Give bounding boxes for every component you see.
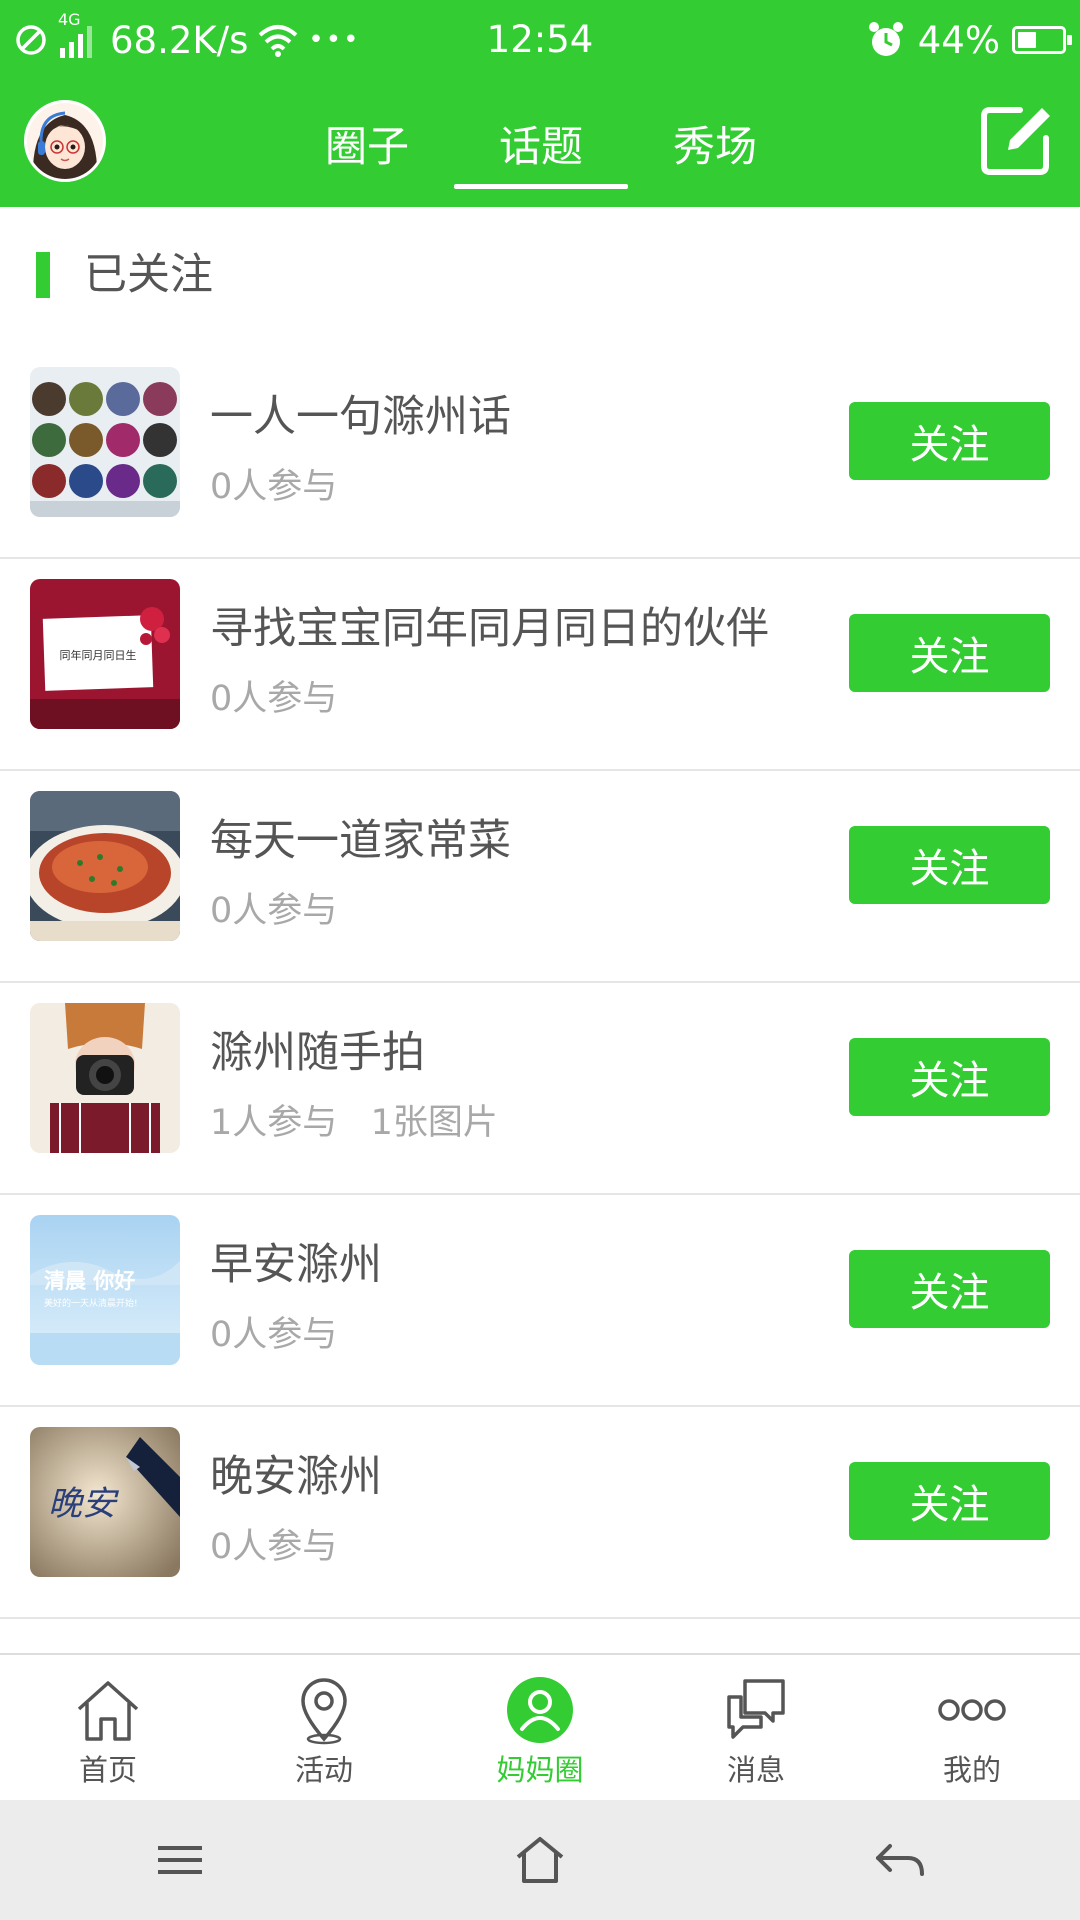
follow-button[interactable]: 关注 [849,1250,1050,1328]
back-arrow-icon [876,1844,924,1876]
more-indicator: ••• [308,25,361,55]
bottom-tab-bar: 首页 活动 妈妈圈 消息 我的 [0,1653,1080,1800]
network-type: 4G [58,10,81,29]
user-avatar[interactable] [24,100,106,182]
topic-meta: 1人参与 1张图片 [210,1103,498,1143]
tabbar-label: 首页 [78,1753,137,1787]
tabbar-label: 妈妈圈 [496,1753,584,1787]
follow-button[interactable]: 关注 [849,614,1050,692]
topic-title: 滁州随手拍 [210,1028,425,1078]
topic-thumbnail: 同年同月同日生 [30,579,180,729]
tabbar-activity[interactable]: 活动 [216,1655,432,1800]
tabbar-home[interactable]: 首页 [0,1655,216,1800]
battery-percent: 44% [917,18,1000,62]
chat-bubbles-icon [727,1679,785,1739]
tabbar-label: 活动 [294,1753,353,1787]
status-right: 44% [866,14,1072,66]
system-nav-bar [0,1800,1080,1920]
topic-thumbnail: 晚安 [30,1427,180,1577]
compose-button[interactable] [980,104,1052,176]
location-pin-icon [301,1678,347,1745]
tab-circle[interactable]: 圈子 [280,80,454,207]
topic-meta: 0人参与 [210,891,338,931]
tab-showcase[interactable]: 秀场 [628,80,802,207]
topic-meta: 0人参与 [210,467,338,507]
topic-row[interactable]: 每天一道家常菜 0人参与 关注 [0,771,1080,983]
topic-thumbnail [30,791,180,941]
compose-icon [981,107,1050,175]
follow-button[interactable]: 关注 [849,1462,1050,1540]
header-tabs: 圈子 话题 秀场 [280,80,802,207]
topic-row[interactable]: 清晨 你好 美好的一天从清晨开始! 早安滁州 0人参与 关注 [0,1195,1080,1407]
person-circle-icon [507,1677,573,1743]
back-button[interactable] [720,1800,1080,1920]
topic-row[interactable]: 晚安 晚安滁州 0人参与 关注 [0,1407,1080,1619]
tab-topics[interactable]: 话题 [454,80,628,207]
status-bar: 4G 68.2K/s ••• 12:54 44% [0,0,1080,80]
topic-row[interactable]: 同年同月同日生 寻找宝宝同年同月同日的伙伴 0人参与 关注 [0,559,1080,771]
tabbar-label: 我的 [942,1753,1001,1787]
tabbar-messages[interactable]: 消息 [648,1655,864,1800]
wifi-icon [258,23,298,57]
morning-text: 清晨 你好 [44,1269,135,1293]
topic-meta: 0人参与 [210,1527,338,1567]
follow-button[interactable]: 关注 [849,1038,1050,1116]
night-text: 晚安 [48,1484,120,1524]
topic-thumbnail [30,367,180,517]
topic-list: 一人一句滁州话 0人参与 关注 同年同月同日生 寻找宝宝同年同月同日的伙伴 0人… [0,347,1080,1619]
follow-button[interactable]: 关注 [849,402,1050,480]
morning-subtext: 美好的一天从清晨开始! [44,1297,138,1309]
card-text: 同年同月同日生 [60,648,137,662]
topic-row[interactable]: 一人一句滁州话 0人参与 关注 [0,347,1080,559]
section-accent-bar [36,252,50,298]
topic-thumbnail [30,1003,180,1153]
topic-title: 晚安滁州 [210,1452,382,1502]
home-nav-button[interactable] [360,1800,720,1920]
network-speed: 68.2K/s [110,18,249,62]
topic-meta: 0人参与 [210,679,338,719]
topic-meta: 0人参与 [210,1315,338,1355]
battery-icon [1012,26,1072,54]
follow-button[interactable]: 关注 [849,826,1050,904]
topic-row[interactable]: 滁州随手拍 1人参与 1张图片 关注 [0,983,1080,1195]
menu-button[interactable] [0,1800,360,1920]
do-not-disturb-icon [14,23,48,57]
alarm-icon [866,20,906,60]
topic-title: 一人一句滁州话 [210,392,511,442]
topic-title: 寻找宝宝同年同月同日的伙伴 [210,604,769,654]
home-outline-icon [516,1837,564,1883]
home-icon [77,1681,139,1741]
topic-title: 早安滁州 [210,1240,382,1290]
section-title: 已关注 [84,250,213,300]
battery-level [1018,32,1036,48]
followed-section-header: 已关注 [0,207,1080,347]
tabbar-mama-circle[interactable]: 妈妈圈 [432,1655,648,1800]
menu-icon [158,1846,202,1874]
topic-thumbnail: 清晨 你好 美好的一天从清晨开始! [30,1215,180,1365]
tabbar-mine[interactable]: 我的 [864,1655,1080,1800]
tabbar-label: 消息 [726,1753,785,1787]
top-header: 圈子 话题 秀场 [0,80,1080,207]
signal-icon: 4G [58,12,100,60]
status-left: 4G 68.2K/s ••• [14,12,361,66]
three-dots-icon [938,1699,1006,1721]
topic-title: 每天一道家常菜 [210,816,511,866]
